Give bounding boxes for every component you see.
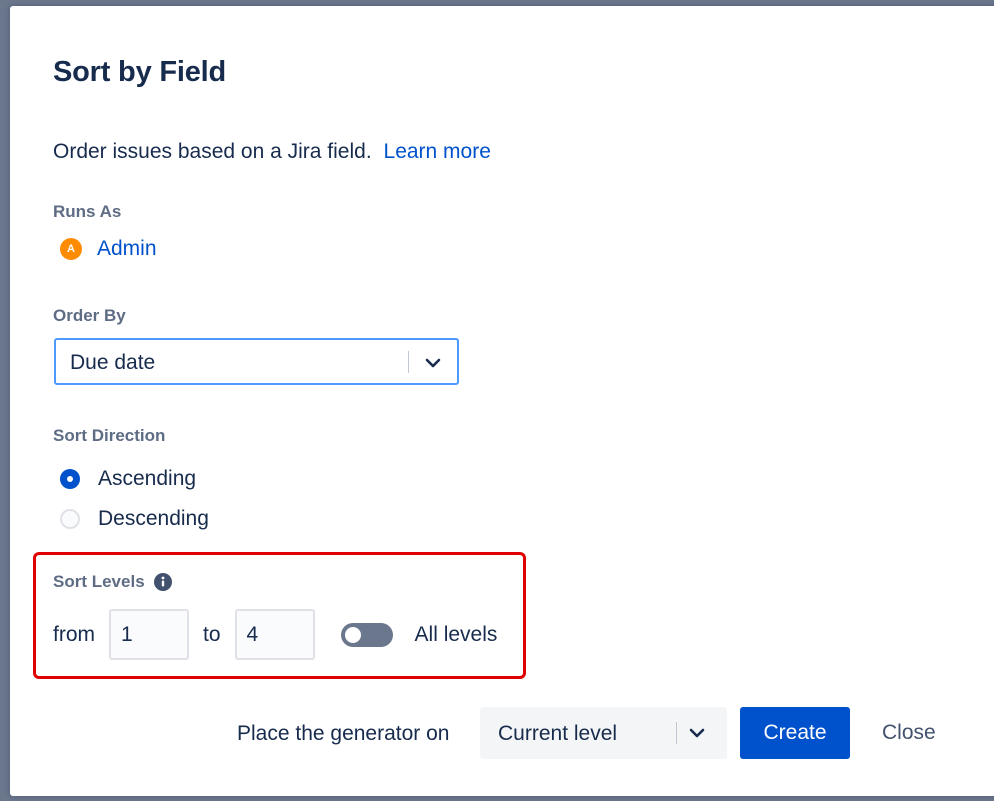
- radio-ascending-indicator[interactable]: [60, 469, 80, 489]
- dialog-title: Sort by Field: [53, 56, 227, 88]
- generator-placement-label: Place the generator on: [237, 722, 450, 745]
- select-separator: [676, 722, 677, 744]
- all-levels-label: All levels: [414, 622, 498, 646]
- radio-descending-indicator[interactable]: [60, 509, 80, 529]
- generator-placement-value: Current level: [498, 722, 618, 745]
- radio-ascending[interactable]: Ascending: [60, 467, 196, 491]
- sort-direction-label: Sort Direction: [53, 426, 166, 445]
- learn-more-link[interactable]: Learn more: [384, 140, 491, 163]
- order-by-value: Due date: [70, 351, 156, 374]
- generator-placement-select[interactable]: Current level: [480, 707, 727, 759]
- sort-by-field-dialog: Sort by Field Order issues based on a Ji…: [10, 6, 994, 796]
- chevron-down-icon[interactable]: [423, 353, 443, 373]
- from-level-input[interactable]: [109, 609, 189, 660]
- dialog-description: Order issues based on a Jira field. Lear…: [53, 140, 491, 164]
- to-label: to: [203, 622, 221, 646]
- runs-as-user-row: A Admin: [60, 237, 157, 261]
- order-by-label: Order By: [53, 306, 126, 325]
- to-level-input[interactable]: [234, 609, 315, 660]
- runs-as-label: Runs As: [53, 202, 122, 221]
- runs-as-user-link[interactable]: Admin: [97, 237, 157, 261]
- radio-descending-label: Descending: [98, 507, 209, 530]
- sort-levels-row: from to All levels: [53, 608, 497, 661]
- from-label: from: [53, 622, 95, 646]
- sort-levels-label-row: Sort Levels: [53, 572, 172, 592]
- avatar: A: [60, 238, 82, 260]
- info-icon[interactable]: [153, 573, 172, 591]
- description-text: Order issues based on a Jira field.: [53, 140, 372, 163]
- close-button[interactable]: Close: [866, 707, 956, 759]
- radio-ascending-label: Ascending: [98, 467, 197, 490]
- select-separator: [408, 351, 409, 373]
- radio-descending[interactable]: Descending: [60, 507, 209, 531]
- chevron-down-icon[interactable]: [687, 723, 707, 743]
- all-levels-toggle[interactable]: [340, 622, 393, 647]
- order-by-select[interactable]: Due date: [54, 338, 459, 385]
- create-button[interactable]: Create: [740, 707, 850, 759]
- sort-levels-label: Sort Levels: [53, 572, 145, 591]
